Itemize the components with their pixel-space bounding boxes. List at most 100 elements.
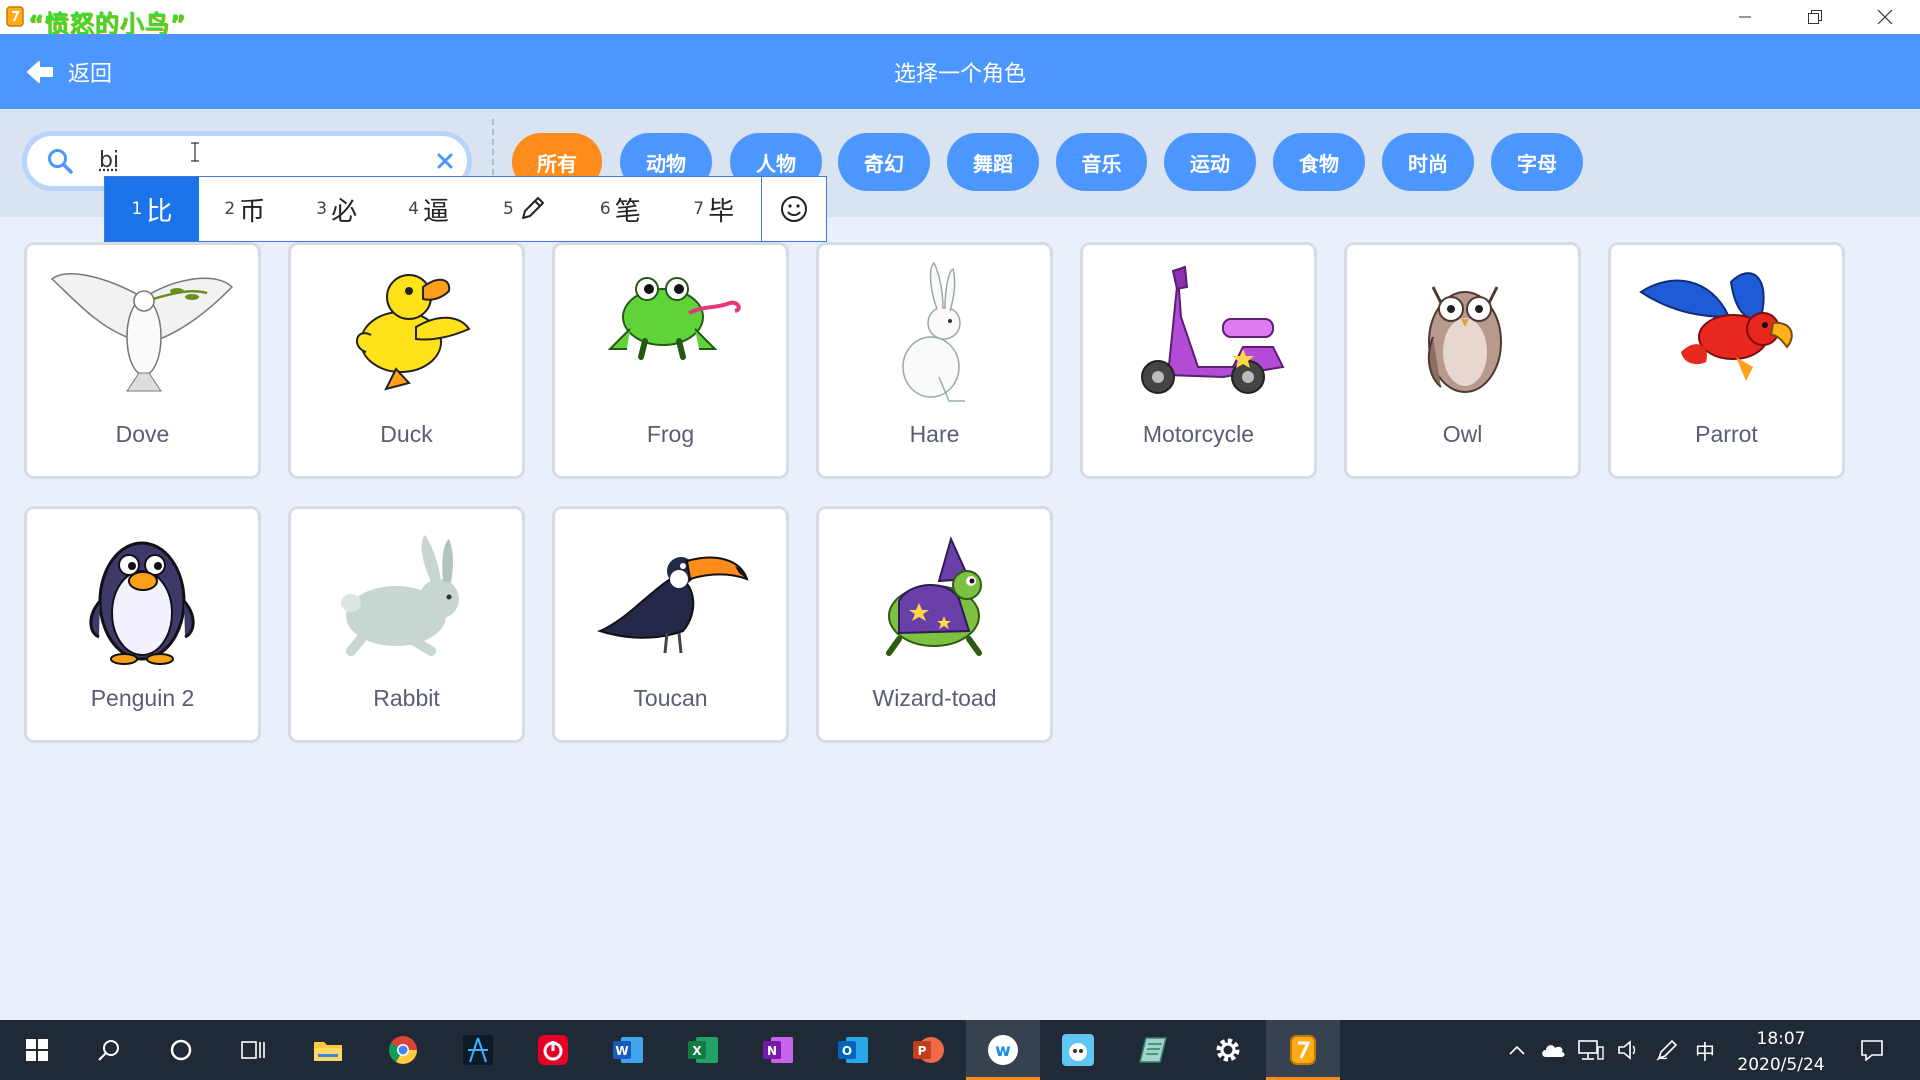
taskbar-search-button[interactable] <box>72 1020 146 1080</box>
tray-show-hidden[interactable] <box>1502 1020 1532 1080</box>
tray-pen[interactable] <box>1650 1020 1684 1080</box>
taskbar-live-app[interactable] <box>1041 1020 1115 1080</box>
ime-candidate-4[interactable]: 4逼 <box>383 177 475 241</box>
action-center-button[interactable] <box>1850 1020 1894 1080</box>
sprite-card-hare[interactable]: Hare <box>816 242 1053 479</box>
ime-candidate-1[interactable]: 1比 <box>105 177 199 241</box>
ime-candidate-number: 5 <box>503 199 514 219</box>
ime-candidate-text: 币 <box>239 196 266 227</box>
sprite-card-dove[interactable]: Dove <box>24 242 261 479</box>
parrot-icon <box>1639 272 1793 381</box>
taskbar-app-blue[interactable] <box>441 1020 515 1080</box>
sprite-card-rabbit[interactable]: Rabbit <box>288 506 525 743</box>
sprite-name: Frog <box>646 421 695 447</box>
chrome-icon <box>389 1036 417 1064</box>
taskbar-onenote[interactable]: N <box>741 1020 815 1080</box>
scratch-icon <box>1290 1035 1316 1065</box>
minimize-button[interactable] <box>1710 0 1780 34</box>
sprite-card-duck[interactable]: Duck <box>288 242 525 479</box>
sprite-card-owl[interactable]: Owl <box>1344 242 1581 479</box>
clear-search-icon[interactable] <box>437 153 453 169</box>
pencil-icon <box>521 197 544 219</box>
tray-ime-indicator[interactable]: 中 <box>1688 1020 1722 1080</box>
ime-candidate-text: 比 <box>146 196 173 227</box>
taskbar-notes[interactable] <box>1116 1020 1190 1080</box>
close-window-button[interactable] <box>1850 0 1920 34</box>
sprite-card-wizard-toad[interactable]: Wizard-toad <box>816 506 1053 743</box>
svg-text:P: P <box>918 1044 927 1058</box>
ime-candidate-5[interactable]: 5 <box>475 177 575 241</box>
taskbar-settings[interactable] <box>1191 1020 1265 1080</box>
tray-volume[interactable] <box>1612 1020 1646 1080</box>
app-icon <box>6 6 24 27</box>
page-title: 选择一个角色 <box>893 62 1026 87</box>
svg-text:w: w <box>995 1041 1011 1061</box>
sprite-card-parrot[interactable]: Parrot <box>1608 242 1845 479</box>
taskbar-excel[interactable]: X <box>666 1020 740 1080</box>
sprite-name: Duck <box>380 421 433 447</box>
network-icon <box>1578 1040 1604 1060</box>
windows-start-icon <box>26 1039 48 1061</box>
tag-sports[interactable]: 运动 <box>1164 133 1256 191</box>
tag-fashion[interactable]: 时尚 <box>1382 133 1474 191</box>
dove-icon <box>50 273 234 392</box>
taskbar-file-explorer[interactable] <box>291 1020 365 1080</box>
sprite-card-toucan[interactable]: Toucan <box>552 506 789 743</box>
sprite-name: Parrot <box>1695 421 1758 447</box>
ime-candidate-2[interactable]: 2币 <box>199 177 291 241</box>
ime-candidate-6[interactable]: 6笔 <box>574 177 666 241</box>
ime-candidate-3[interactable]: 3必 <box>291 177 383 241</box>
smiley-icon <box>781 196 808 222</box>
live-app-icon <box>1062 1034 1094 1066</box>
outlook-icon: O <box>838 1037 868 1063</box>
powerpoint-icon: P <box>913 1037 944 1063</box>
svg-text:W: W <box>615 1044 628 1058</box>
svg-text:X: X <box>692 1044 702 1058</box>
wizard-toad-icon <box>886 536 982 656</box>
ime-candidate-7[interactable]: 7毕 <box>666 177 761 241</box>
tray-onedrive[interactable] <box>1536 1020 1570 1080</box>
chevron-up-icon <box>1509 1045 1525 1055</box>
clock-date: 2020/5/24 <box>1737 1055 1825 1075</box>
taskbar-netease-music[interactable] <box>516 1020 590 1080</box>
tag-fantasy[interactable]: 奇幻 <box>838 133 930 191</box>
windows-taskbar: W X N O P w 中 18:07 2020/5/24 <box>0 1020 1920 1080</box>
sprite-name: Owl <box>1442 421 1483 447</box>
volume-icon <box>1618 1040 1636 1060</box>
word-icon: W <box>613 1037 643 1063</box>
taskbar-word[interactable]: W <box>591 1020 665 1080</box>
taskbar-clock[interactable]: 18:07 2020/5/24 <box>1726 1026 1836 1078</box>
restore-button[interactable] <box>1780 0 1850 34</box>
cortana-button[interactable] <box>144 1020 218 1080</box>
window-title-bar: “愤怒的小鸟” <box>0 0 1920 38</box>
sprite-name: Motorcycle <box>1142 421 1255 447</box>
ime-candidate-window: 1比 2币 3必 4逼 5 6笔 7毕 <box>104 176 827 242</box>
taskbar-chrome[interactable] <box>366 1020 440 1080</box>
tag-music[interactable]: 音乐 <box>1056 133 1147 191</box>
sprite-name: Wizard-toad <box>872 685 997 711</box>
close-icon <box>1877 9 1893 25</box>
rabbit-icon <box>341 535 459 656</box>
task-view-button[interactable] <box>216 1020 290 1080</box>
ime-candidate-number: 7 <box>693 199 705 219</box>
taskbar-scratch[interactable] <box>1266 1020 1340 1080</box>
search-text: bi <box>99 148 120 173</box>
tag-dance[interactable]: 舞蹈 <box>947 133 1039 191</box>
tag-food[interactable]: 食物 <box>1273 133 1365 191</box>
excel-icon: X <box>688 1037 718 1063</box>
restore-icon <box>1808 10 1822 24</box>
taskbar-powerpoint[interactable]: P <box>891 1020 965 1080</box>
notes-icon <box>1139 1037 1167 1063</box>
search-icon <box>98 1040 119 1061</box>
sprite-card-penguin-2[interactable]: Penguin 2 <box>24 506 261 743</box>
tag-letters[interactable]: 字母 <box>1491 133 1583 191</box>
owl-icon <box>1427 286 1502 393</box>
app-icon <box>463 1035 493 1065</box>
sprite-card-frog[interactable]: Frog <box>552 242 789 479</box>
tray-network[interactable] <box>1574 1020 1608 1080</box>
sprite-card-motorcycle[interactable]: Motorcycle <box>1080 242 1317 479</box>
taskbar-outlook[interactable]: O <box>816 1020 890 1080</box>
start-button[interactable] <box>0 1020 74 1080</box>
ime-emoji-button[interactable] <box>761 177 826 241</box>
taskbar-app-w[interactable]: w <box>966 1020 1040 1080</box>
